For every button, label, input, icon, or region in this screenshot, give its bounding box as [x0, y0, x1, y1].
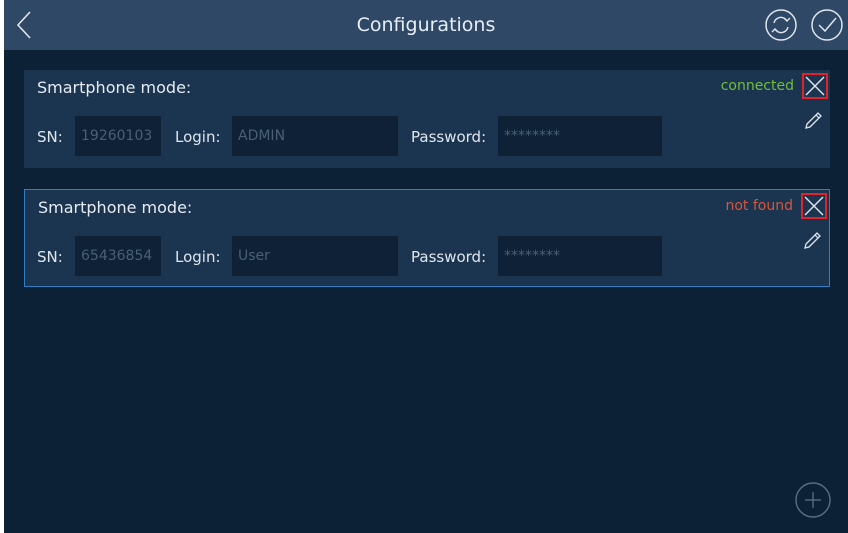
- config-card[interactable]: Smartphone mode: connected SN: 19260103 …: [24, 70, 830, 168]
- login-field[interactable]: User: [232, 236, 398, 276]
- configurations-screen: Configurations Smartphone mode: connecte…: [4, 0, 848, 533]
- sn-label: SN:: [37, 128, 63, 146]
- config-card[interactable]: Smartphone mode: not found SN: 65436854 …: [24, 189, 830, 287]
- sn-label: SN:: [37, 248, 63, 266]
- header-bar: Configurations: [4, 0, 848, 50]
- sn-field[interactable]: 65436854: [75, 236, 161, 276]
- plus-circle-icon: [795, 482, 831, 518]
- login-label: Login:: [175, 128, 221, 146]
- page-title: Configurations: [356, 14, 496, 36]
- add-button[interactable]: [794, 481, 832, 519]
- connection-status: connected: [720, 78, 794, 94]
- check-circle-icon: [811, 9, 843, 41]
- close-icon: [804, 196, 824, 216]
- login-label: Login:: [175, 248, 221, 266]
- password-label: Password:: [411, 128, 487, 146]
- edit-button[interactable]: [801, 230, 823, 252]
- login-field[interactable]: ADMIN: [232, 116, 398, 156]
- card-title: Smartphone mode:: [38, 198, 193, 217]
- edit-button[interactable]: [802, 110, 824, 132]
- password-field[interactable]: ********: [498, 116, 662, 156]
- close-icon: [805, 76, 825, 96]
- connection-status: not found: [725, 198, 793, 214]
- sn-field[interactable]: 19260103: [75, 116, 161, 156]
- delete-button[interactable]: [801, 193, 827, 219]
- confirm-button[interactable]: [810, 8, 844, 42]
- password-label: Password:: [411, 248, 487, 266]
- password-field[interactable]: ********: [498, 236, 662, 276]
- delete-button[interactable]: [802, 73, 828, 99]
- pencil-icon: [804, 232, 821, 249]
- refresh-circle-icon: [765, 9, 797, 41]
- refresh-button[interactable]: [764, 8, 798, 42]
- card-title: Smartphone mode:: [37, 78, 192, 97]
- pencil-icon: [805, 112, 822, 129]
